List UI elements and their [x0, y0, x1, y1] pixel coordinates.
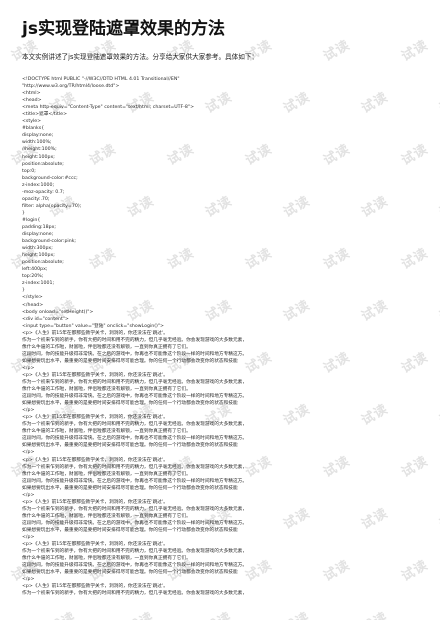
- code-line: 作为一个初来乍到的新手，你有大把的时间和用不完的精力，但几乎毫无经验。你会发现游…: [22, 591, 248, 597]
- code-line: <style>: [22, 119, 42, 125]
- code-line: <html>: [22, 91, 41, 97]
- code-line: <!DOCTYPE html PUBLIC "-//W3C//DTD HTML …: [22, 77, 180, 82]
- code-line: </head>: [22, 302, 44, 308]
- code-line: 如果想要玩出水平，最重要的是要把时间安排得尽可能合理。你的任何一个行动都会改变你…: [22, 358, 238, 364]
- watermark-text: 试读: [357, 606, 391, 620]
- watermark-text: 试读: [201, 606, 235, 620]
- code-line: #login{: [22, 217, 41, 223]
- code-line: </p>: [22, 535, 35, 541]
- code-line: 如果想要玩出水平，最重要的是要把时间安排得尽可能合理。你的任何一个行动都会改变你…: [22, 443, 238, 449]
- code-line: background-color:#ccc;: [22, 175, 78, 181]
- code-line: 像什么牛逼的工作啦，财富啦，伴侣啦都还没有解锁，一直到你真正拥有了它们。: [22, 513, 191, 519]
- code-line: padding:18px;: [22, 224, 56, 230]
- code-line: z-index:1000;: [22, 182, 55, 188]
- code-line: 作为一个初来乍到的新手，你有大把的时间和用不完的精力，但几乎毫无经验。你会发现游…: [22, 464, 248, 470]
- code-line: </p>: [22, 577, 35, 583]
- code-line: top:0;: [22, 168, 36, 174]
- code-line: 像什么牛逼的工作啦，财富啦，伴侣啦都还没有解锁，一直到你真正拥有了它们。: [22, 556, 191, 562]
- code-line: </p>: [22, 492, 35, 498]
- code-line: <p>《人生》前15年在都那些教学关卡，洞洞的，你还没法在'跳过'。: [22, 499, 168, 505]
- code-line: 作为一个初来乍到的新手，你有大把的时间和用不完的精力，但几乎毫无经验。你会发现游…: [22, 549, 248, 555]
- document-page: js实现登陆遮罩效果的方法 本文实例讲述了js实现登陆遮罩效果的方法。分享给大家…: [0, 0, 440, 597]
- code-line: height:100px;: [22, 253, 55, 259]
- watermark-text: 试读: [123, 606, 157, 620]
- code-line: <p>《人生》前15年在都那些教学关卡，洞洞的，你还没法在'跳过'。: [22, 542, 168, 548]
- code-line: 像什么牛逼的工作啦，财富啦，伴侣啦都还没有解锁，一直到你真正拥有了它们。: [22, 471, 191, 477]
- code-line: }: [22, 288, 25, 294]
- code-line: 如果想要玩出水平，最重要的是要把时间安排得尽可能合理。你的任何一个行动都会改变你…: [22, 401, 238, 407]
- watermark-text: 试读: [279, 606, 313, 620]
- code-line: 这段时间，你的技能升级得非常快。在之后的游戏中，你再也不可能像这个阶段一样的时间…: [22, 351, 248, 357]
- code-line: position:absolute;: [22, 260, 64, 266]
- code-line: -moz-opacity: 0.7;: [22, 189, 65, 195]
- code-line: 像什么牛逼的工作啦，财富啦，伴侣啦都还没有解锁，一直到你真正拥有了它们。: [22, 387, 191, 393]
- code-line: <p>《人生》前15年在都那些教学关卡，洞洞的，你还没法在'跳过'。: [22, 584, 168, 590]
- code-line: }: [22, 210, 25, 216]
- code-line: <input type="button" value="登陆" onclick=…: [22, 323, 164, 329]
- code-line: height:100px;: [22, 154, 55, 160]
- intro-paragraph: 本文实例讲述了js实现登陆遮罩效果的方法。分享给大家供大家参考。具体如下：: [22, 53, 259, 61]
- code-line: #blanks{: [22, 126, 45, 132]
- code-line: <div id="content">: [22, 316, 69, 322]
- code-line: 如果想要玩出水平，最重要的是要把时间安排得尽可能合理。你的任何一个行动都会改变你…: [22, 570, 238, 576]
- code-line: 这段时间，你的技能升级得非常快。在之后的游戏中，你再也不可能像这个阶段一样的时间…: [22, 520, 248, 526]
- code-line: 如果想要玩出水平，最重要的是要把时间安排得尽可能合理。你的任何一个行动都会改变你…: [22, 528, 238, 533]
- code-line: 作为一个初来乍到的新手，你有大把的时间和用不完的精力，但几乎毫无经验。你会发现游…: [22, 422, 248, 428]
- code-line: z-index:1001;: [22, 281, 55, 287]
- watermark-text: 试读: [435, 606, 440, 620]
- code-line: <meta http-equiv="Content-Type" content=…: [22, 105, 194, 111]
- code-line: 这段时间，你的技能升级得非常快。在之后的游戏中，你再也不可能像这个阶段一样的时间…: [22, 563, 248, 569]
- code-line: <title>遮罩</title>: [22, 112, 67, 118]
- code-line: 像什么牛逼的工作啦，财富啦，伴侣啦都还没有解锁，一直到你真正拥有了它们。: [22, 429, 191, 435]
- page-title: js实现登陆遮罩效果的方法: [22, 19, 225, 39]
- code-line: 这段时间，你的技能升级得非常快。在之后的游戏中，你再也不可能像这个阶段一样的时间…: [22, 436, 248, 442]
- code-line: display:none;: [22, 133, 54, 139]
- code-line: width:300px;: [22, 246, 53, 252]
- code-line: background-color:pink;: [22, 239, 76, 245]
- code-line: </p>: [22, 450, 35, 456]
- code-line: <head>: [22, 98, 42, 104]
- code-line: 作为一个初来乍到的新手，你有大把的时间和用不完的精力，但几乎毫无经验。你会发现游…: [22, 506, 248, 512]
- code-line: left:400px;: [22, 267, 48, 273]
- watermark-text: 试读: [45, 606, 79, 620]
- code-line: 像什么牛逼的工作啦，财富啦，伴侣啦都还没有解锁，一直到你真正拥有了它们。: [22, 344, 191, 350]
- code-line: 这段时间，你的技能升级得非常快。在之后的游戏中，你再也不可能像这个阶段一样的时间…: [22, 394, 248, 400]
- code-line: top:20%;: [22, 274, 44, 280]
- code-line: 作为一个初来乍到的新手，你有大把的时间和用不完的精力，但几乎毫无经验。你会发现游…: [22, 337, 248, 343]
- code-line: opacity:.70;: [22, 196, 50, 202]
- code-line: position:absolute;: [22, 161, 64, 167]
- code-line: <body onload="setHeight()">: [22, 309, 94, 315]
- code-block: <!DOCTYPE html PUBLIC "-//W3C//DTD HTML …: [22, 76, 420, 597]
- code-line: 作为一个初来乍到的新手，你有大把的时间和用不完的精力，但几乎毫无经验。你会发现游…: [22, 380, 248, 386]
- code-line: </p>: [22, 365, 35, 371]
- code-line: </style>: [22, 295, 43, 301]
- code-line: width:100%;: [22, 140, 52, 146]
- code-line: 这段时间，你的技能升级得非常快。在之后的游戏中，你再也不可能像这个阶段一样的时间…: [22, 478, 248, 484]
- code-line: <p>《人生》前15年在都那些教学关卡，洞洞的，你还没法在'跳过'。: [22, 330, 168, 336]
- code-line: </p>: [22, 408, 35, 414]
- code-line: 如果想要玩出水平，最重要的是要把时间安排得尽可能合理。你的任何一个行动都会改变你…: [22, 485, 238, 491]
- code-line: display:none;: [22, 232, 54, 238]
- code-line: <p>《人生》前15年在都那些教学关卡，洞洞的，你还没法在'跳过'。: [22, 372, 168, 378]
- code-line: "http://www.w3.org/TR/html4/loose.dtd">: [22, 84, 120, 90]
- code-line: <p>《人生》前15年在都那些教学关卡，洞洞的，你还没法在'跳过'。: [22, 457, 168, 463]
- code-line: <p>《人生》前15年在都那些教学关卡，洞洞的，你还没法在'跳过'。: [22, 415, 168, 421]
- code-line: //height:100%;: [22, 147, 57, 153]
- code-line: filter: alpha(opacity=70);: [22, 203, 82, 209]
